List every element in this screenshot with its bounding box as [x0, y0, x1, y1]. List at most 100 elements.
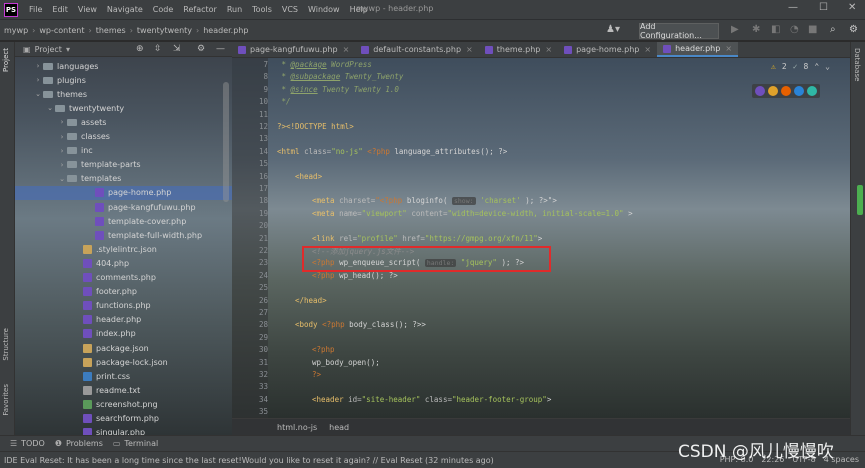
tree-item[interactable]: singular.php	[15, 426, 232, 435]
hide-icon[interactable]: —	[216, 44, 225, 54]
tree-item[interactable]: › languages	[15, 59, 232, 73]
expand-arrow-icon[interactable]: ⌄	[45, 104, 55, 112]
close-icon[interactable]: ×	[343, 45, 350, 54]
tree-item[interactable]: › template-parts	[15, 158, 232, 172]
profile-icon[interactable]: ◔	[790, 24, 799, 35]
problems-tool-button[interactable]: ❶ Problems	[55, 439, 103, 448]
tree-item[interactable]: page-kangfufuwu.php	[15, 200, 232, 214]
expand-all-icon[interactable]: ⇳	[154, 44, 162, 54]
database-tool-tab[interactable]: Database	[853, 48, 861, 81]
tree-item[interactable]: › assets	[15, 115, 232, 129]
expand-arrow-icon[interactable]: ›	[57, 133, 67, 141]
code-editor[interactable]: 7 8 9 10 11 12 13 14 15 16 17 18 19 20 21 22 23 24 25 26 27 2…	[232, 58, 850, 418]
debug-icon[interactable]: ✱	[752, 24, 760, 35]
status-message[interactable]: IDE Eval Reset: It has been a long time …	[4, 456, 494, 465]
maximize-button[interactable]: ☐	[819, 2, 828, 13]
expand-arrow-icon[interactable]: ›	[33, 76, 43, 84]
edge-icon[interactable]	[807, 86, 817, 96]
settings-icon[interactable]: ⚙	[849, 24, 858, 35]
expand-arrow-icon[interactable]: ›	[57, 118, 67, 126]
tab-header[interactable]: header.php ×	[657, 42, 739, 57]
tree-item[interactable]: package.json	[15, 341, 232, 355]
firefox-icon[interactable]	[781, 86, 791, 96]
project-scrollbar[interactable]	[223, 82, 229, 202]
breadcrumb-html[interactable]: html.no-js	[277, 423, 317, 432]
tree-item[interactable]: searchform.php	[15, 412, 232, 426]
coverage-icon[interactable]: ◧	[771, 24, 780, 35]
expand-arrow-icon[interactable]: ⌄	[33, 90, 43, 98]
safari-icon[interactable]	[794, 86, 804, 96]
structure-tool-tab[interactable]: Structure	[2, 328, 10, 361]
breadcrumb-wp-content[interactable]: wp-content	[35, 26, 88, 35]
breadcrumb-head[interactable]: head	[329, 423, 349, 432]
collapse-all-icon[interactable]: ⇲	[173, 44, 181, 54]
tree-item[interactable]: package-lock.json	[15, 355, 232, 369]
tree-item[interactable]: ⌄ templates	[15, 172, 232, 186]
expand-arrow-icon[interactable]: ›	[57, 161, 67, 169]
user-icon[interactable]: ♟▾	[606, 24, 620, 35]
add-configuration-button[interactable]: Add Configuration...	[639, 22, 719, 40]
menu-vcs[interactable]: VCS	[277, 5, 303, 14]
tree-item[interactable]: footer.php	[15, 285, 232, 299]
breadcrumb-twentytwenty[interactable]: twentytwenty	[133, 26, 196, 35]
run-icon[interactable]: ▶	[731, 24, 739, 35]
search-icon[interactable]: ⌕	[830, 24, 836, 35]
chrome-icon[interactable]	[768, 86, 778, 96]
tree-item[interactable]: 404.php	[15, 256, 232, 270]
tree-item[interactable]: template-full-width.php	[15, 228, 232, 242]
phpstorm-browser-icon[interactable]	[755, 86, 765, 96]
tab-page-kangfufuwu[interactable]: page-kangfufuwu.php ×	[232, 42, 355, 57]
menu-navigate[interactable]: Navigate	[102, 5, 148, 14]
project-view-selector[interactable]: Project	[35, 45, 62, 54]
stop-icon[interactable]: ■	[808, 24, 817, 35]
tree-item[interactable]: functions.php	[15, 299, 232, 313]
tree-item[interactable]: › plugins	[15, 73, 232, 87]
chevron-up-icon[interactable]: ⌃	[814, 62, 819, 71]
tab-theme[interactable]: theme.php ×	[479, 42, 558, 57]
tree-item[interactable]: .stylelintrc.json	[15, 242, 232, 256]
gear-icon[interactable]: ⚙	[197, 44, 205, 54]
menu-window[interactable]: Window	[303, 5, 345, 14]
locate-icon[interactable]: ⊕	[136, 44, 144, 54]
tree-item[interactable]: screenshot.png	[15, 397, 232, 411]
menu-view[interactable]: View	[73, 5, 102, 14]
menu-file[interactable]: File	[24, 5, 47, 14]
tab-page-home[interactable]: page-home.php ×	[558, 42, 657, 57]
editor-scroll-marker[interactable]	[857, 185, 863, 215]
close-icon[interactable]: ×	[466, 45, 473, 54]
chevron-down-icon[interactable]: ⌄	[825, 62, 830, 71]
tree-item[interactable]: print.css	[15, 369, 232, 383]
expand-arrow-icon[interactable]: ›	[33, 62, 43, 70]
tree-item[interactable]: › inc	[15, 144, 232, 158]
tree-item[interactable]: ⌄ twentytwenty	[15, 101, 232, 115]
close-icon[interactable]: ×	[725, 44, 732, 53]
breadcrumb-file[interactable]: header.php	[199, 26, 252, 35]
tree-item[interactable]: › classes	[15, 130, 232, 144]
expand-arrow-icon[interactable]: ⌄	[57, 175, 67, 183]
minimize-button[interactable]: —	[788, 2, 798, 13]
menu-edit[interactable]: Edit	[47, 5, 73, 14]
tree-item[interactable]: comments.php	[15, 271, 232, 285]
project-tool-tab[interactable]: Project	[2, 48, 10, 72]
breadcrumb-themes[interactable]: themes	[92, 26, 130, 35]
tree-item[interactable]: page-home.php	[15, 185, 232, 200]
tree-item[interactable]: readme.txt	[15, 383, 232, 397]
menu-code[interactable]: Code	[148, 5, 178, 14]
chevron-down-icon[interactable]: ▾	[66, 45, 70, 54]
favorites-tool-tab[interactable]: Favorites	[2, 384, 10, 416]
menu-run[interactable]: Run	[222, 5, 247, 14]
close-window-button[interactable]: ✕	[848, 2, 856, 13]
tree-item[interactable]: template-cover.php	[15, 214, 232, 228]
expand-arrow-icon[interactable]: ›	[57, 147, 67, 155]
tree-item[interactable]: index.php	[15, 327, 232, 341]
breadcrumb-project[interactable]: mywp	[0, 26, 32, 35]
tree-item[interactable]: header.php	[15, 313, 232, 327]
todo-tool-button[interactable]: ☰ TODO	[10, 439, 45, 448]
tree-item[interactable]: ⌄ themes	[15, 87, 232, 101]
close-icon[interactable]: ×	[545, 45, 552, 54]
tab-default-constants[interactable]: default-constants.php ×	[355, 42, 478, 57]
inspection-widget[interactable]: ⚠ 2 ✓ 8 ⌃ ⌄	[771, 62, 830, 71]
terminal-tool-button[interactable]: ▭ Terminal	[113, 439, 158, 448]
menu-refactor[interactable]: Refactor	[178, 5, 222, 14]
close-icon[interactable]: ×	[644, 45, 651, 54]
